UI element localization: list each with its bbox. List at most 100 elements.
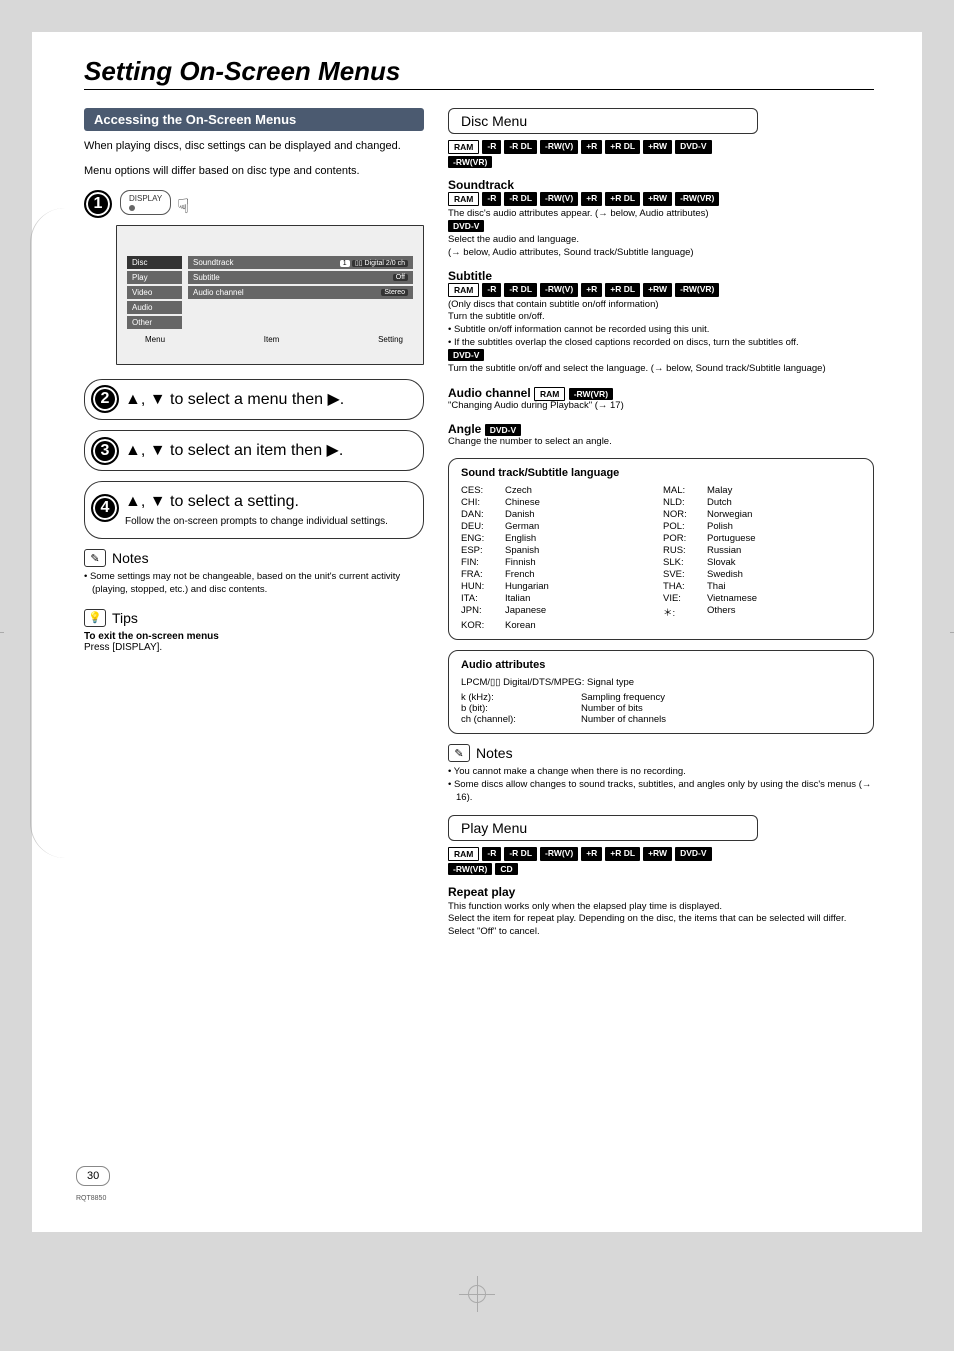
media-tag: -RW(V) — [540, 192, 578, 206]
osd-footer-setting: Setting — [378, 335, 403, 344]
osd-chip: Stereo — [381, 289, 408, 296]
subtitle-heading: Subtitle — [448, 269, 874, 283]
notes-icon: ✎ — [448, 744, 470, 762]
audioch-heading: Audio channel RAM -RW(VR) — [448, 386, 874, 400]
crop-mark-bottom — [465, 1282, 489, 1306]
media-tag: -R DL — [504, 283, 537, 297]
media-tag: +RW — [643, 283, 672, 297]
lang-cell: NLD: — [663, 497, 703, 508]
tips-label: Tips — [112, 610, 138, 626]
lang-cell: Korean — [505, 620, 659, 631]
media-tag: -R — [482, 847, 501, 861]
step-4-box: 4 ▲, ▼ to select a setting. Follow the o… — [84, 481, 424, 539]
play-menu-tags-row1: RAM-R-R DL-RW(V)+R+R DL+RWDVD-V — [448, 847, 874, 861]
lang-cell: Czech — [505, 485, 659, 496]
osd-menu-item: Audio — [127, 301, 182, 314]
lang-cell: Thai — [707, 581, 861, 592]
step-number-1: 1 — [84, 190, 112, 218]
audioch-body: "Changing Audio during Playback" (→ 17) — [448, 400, 874, 412]
disc-menu-tags-row1: RAM-R-R DL-RW(V)+R+R DL+RWDVD-V — [448, 140, 874, 154]
osd-chip: Off — [393, 274, 408, 281]
lang-cell: THA: — [663, 581, 703, 592]
audio-attr-signal: LPCM/▯▯ Digital/DTS/MPEG: Signal type — [461, 677, 861, 688]
osd-menu-item: Video — [127, 286, 182, 299]
repeat-heading: Repeat play — [448, 885, 874, 899]
osd-footer-item: Item — [264, 335, 280, 344]
lang-cell: FIN: — [461, 557, 501, 568]
page-number: 30 — [76, 1166, 110, 1186]
media-tag: +R — [581, 140, 602, 154]
media-tag: RAM — [448, 283, 479, 297]
step-4-text: ▲, ▼ to select a setting. — [125, 492, 411, 511]
lang-cell: Vietnamese — [707, 593, 861, 604]
lang-cell: Italian — [505, 593, 659, 604]
media-tag: +R DL — [605, 283, 640, 297]
lang-cell: French — [505, 569, 659, 580]
right-column: Disc Menu RAM-R-R DL-RW(V)+R+R DL+RWDVD-… — [448, 108, 874, 938]
media-tag: DVD-V — [675, 140, 711, 154]
disc-menu-header: Disc Menu — [448, 108, 758, 134]
lang-cell: English — [505, 533, 659, 544]
lang-cell: Chinese — [505, 497, 659, 508]
step-4-subtext: Follow the on-screen prompts to change i… — [125, 515, 411, 528]
lang-cell: Dutch — [707, 497, 861, 508]
soundtrack-body3: (→ below, Audio attributes, Sound track/… — [448, 247, 874, 259]
notes-bullet-r2: Some discs allow changes to sound tracks… — [448, 779, 874, 805]
intro-text-2: Menu options will differ based on disc t… — [84, 164, 424, 179]
title-rule — [84, 89, 874, 90]
language-box: Sound track/Subtitle language CES:CzechM… — [448, 458, 874, 640]
media-tag: RAM — [534, 387, 565, 401]
step-number-4: 4 — [91, 494, 119, 522]
lang-cell: Norwegian — [707, 509, 861, 520]
soundtrack-body1: The disc's audio attributes appear. (→ b… — [448, 208, 874, 220]
media-tag: -RW(VR) — [569, 388, 613, 400]
media-tag: +R — [581, 192, 602, 206]
step-2-text: ▲, ▼ to select a menu then ▶. — [125, 390, 411, 409]
lang-cell: ESP: — [461, 545, 501, 556]
media-tag: +RW — [643, 140, 672, 154]
play-menu-header: Play Menu — [448, 815, 758, 841]
subtitle-body3: Turn the subtitle on/off and select the … — [448, 363, 874, 375]
osd-panel: Disc Play Video Audio Other Soundtrack 1… — [116, 225, 424, 365]
media-tag: -RW(VR) — [675, 192, 719, 206]
step-2-box: 2 ▲, ▼ to select a menu then ▶. — [84, 379, 424, 420]
attr-row: k (kHz):Sampling frequency — [461, 692, 861, 703]
media-tag: DVD-V — [485, 424, 521, 436]
step-3-text: ▲, ▼ to select an item then ▶. — [125, 441, 411, 460]
media-tag: RAM — [448, 140, 479, 154]
lang-cell: ＊: — [663, 605, 703, 619]
osd-row-subtitle: Subtitle Off — [188, 271, 413, 284]
tips-heading: 💡 Tips — [84, 609, 424, 627]
media-tag: +R DL — [605, 192, 640, 206]
media-tag: DVD-V — [448, 349, 484, 361]
lang-cell — [663, 620, 703, 631]
lang-cell: HUN: — [461, 581, 501, 592]
media-tag: RAM — [448, 192, 479, 206]
media-tag: +R DL — [605, 847, 640, 861]
media-tag: -RW(VR) — [675, 283, 719, 297]
lang-cell: Slovak — [707, 557, 861, 568]
subtitle-dvdv: DVD-V — [448, 349, 874, 361]
lang-cell: FRA: — [461, 569, 501, 580]
audioch-label: Audio channel — [448, 386, 531, 400]
lang-cell: POR: — [663, 533, 703, 544]
osd-menu-item: Disc — [127, 256, 182, 269]
language-grid: CES:CzechMAL:MalayCHI:ChineseNLD:DutchDA… — [461, 485, 861, 631]
subtitle-body1: (Only discs that contain subtitle on/off… — [448, 299, 874, 311]
step-3-box: 3 ▲, ▼ to select an item then ▶. — [84, 430, 424, 471]
lang-cell: SVE: — [663, 569, 703, 580]
subtitle-body2: Turn the subtitle on/off. — [448, 311, 874, 323]
soundtrack-body2: Select the audio and language. — [448, 234, 874, 246]
media-tag: -RW(V) — [540, 283, 578, 297]
lang-cell: CHI: — [461, 497, 501, 508]
osd-row-audiochannel: Audio channel Stereo — [188, 286, 413, 299]
page-title: Setting On-Screen Menus — [84, 56, 874, 87]
media-tag: +RW — [643, 192, 672, 206]
audio-attr-rows: k (kHz):Sampling frequencyb (bit):Number… — [461, 692, 861, 725]
footer-code: RQT8850 — [76, 1195, 106, 1202]
lang-cell — [707, 620, 861, 631]
media-tag: +R DL — [605, 140, 640, 154]
lang-cell: Polish — [707, 521, 861, 532]
display-button-graphic: DISPLAY — [120, 190, 171, 215]
lang-cell: Hungarian — [505, 581, 659, 592]
